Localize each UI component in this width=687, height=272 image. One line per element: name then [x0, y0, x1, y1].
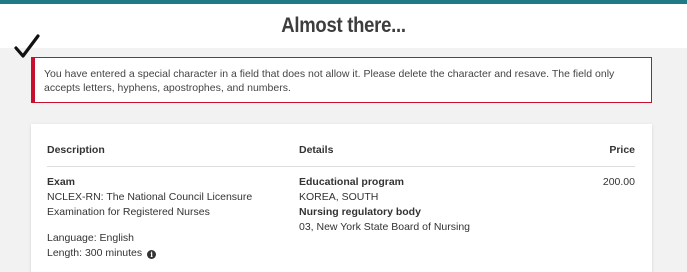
column-header-price: Price [609, 144, 635, 156]
exam-price: 200.00 [602, 176, 635, 188]
exam-details: Educational program KOREA, SOUTH Nursing… [299, 175, 539, 235]
page-title: Almost there... [281, 14, 406, 37]
exam-name: NCLEX-RN: The National Council Licensure… [47, 191, 253, 218]
exam-length-row: Length: 300 minutes i [47, 246, 267, 261]
error-alert: You have entered a special character in … [31, 57, 652, 103]
error-message: You have entered a special character in … [44, 68, 615, 94]
exam-language: Language: English [47, 232, 134, 244]
column-header-details: Details [299, 144, 334, 156]
page-header: Almost there... [0, 4, 687, 48]
header-divider [47, 166, 635, 167]
exam-description: Exam NCLEX-RN: The National Council Lice… [47, 175, 267, 220]
info-icon[interactable]: i [147, 250, 157, 259]
regulatory-body-value: 03, New York State Board of Nursing [299, 221, 471, 233]
exam-label: Exam [47, 176, 76, 188]
exam-attributes: Language: English Length: 300 minutes i [47, 231, 267, 261]
regulatory-body-label: Nursing regulatory body [299, 206, 421, 218]
program-value: KOREA, SOUTH [299, 191, 379, 203]
order-summary-card: Description Details Price Exam NCLEX-RN:… [31, 124, 652, 272]
exam-length: Length: 300 minutes [47, 247, 143, 259]
column-header-description: Description [47, 144, 105, 156]
program-label: Educational program [299, 176, 405, 188]
